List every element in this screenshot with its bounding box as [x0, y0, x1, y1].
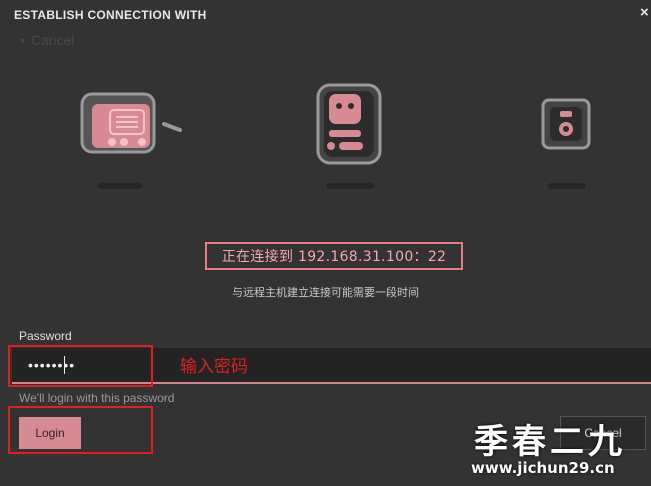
- device-shadow: [326, 183, 374, 189]
- server-device-icon: [540, 97, 592, 151]
- connection-note: 与远程主机建立连接可能需要一段时间: [232, 286, 419, 299]
- annotation-label: 输入密码: [180, 357, 248, 377]
- radio-device-icon: [78, 90, 184, 156]
- close-icon[interactable]: ×: [640, 4, 649, 21]
- watermark-title: 季春二九: [474, 422, 626, 462]
- password-highlight-box: [8, 345, 153, 387]
- password-label: Password: [19, 329, 72, 343]
- login-highlight-box: [8, 406, 153, 454]
- watermark-url: www.jichun29.cn: [471, 459, 615, 477]
- dialog-title: ESTABLISH CONNECTION WITH: [14, 8, 207, 22]
- connection-status: 正在连接到 192.168.31.100：22: [205, 242, 463, 270]
- background-cancel-text: Cancel: [20, 32, 75, 48]
- robot-device-icon: [315, 82, 383, 166]
- device-shadow: [98, 183, 142, 189]
- device-shadow: [548, 183, 586, 189]
- password-hint: We'll login with this password: [19, 391, 175, 405]
